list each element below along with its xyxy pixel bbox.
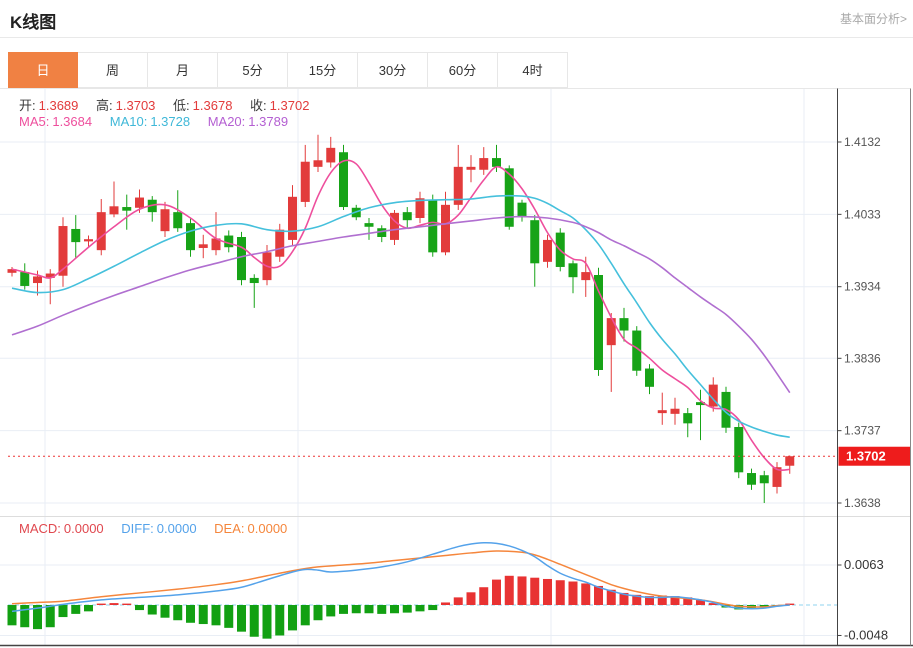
high-value: 1.3703 (116, 98, 156, 113)
svg-text:1.4033: 1.4033 (844, 207, 881, 221)
macd-label: MACD: (19, 521, 61, 536)
fundamental-analysis-link[interactable]: 基本面分析> (840, 10, 907, 27)
dea-label: DEA: (214, 521, 244, 536)
svg-text:1.3934: 1.3934 (844, 280, 881, 294)
open-label: 开: (19, 98, 36, 113)
close-label: 收: (250, 98, 267, 113)
tab-month[interactable]: 月 (148, 52, 218, 88)
svg-text:-0.0048: -0.0048 (844, 627, 888, 642)
ma-lines (12, 160, 790, 470)
diff-value: 0.0000 (157, 521, 197, 536)
tab-4hour[interactable]: 4时 (498, 52, 568, 88)
close-value: 1.3702 (270, 98, 310, 113)
ma5-line (12, 160, 790, 470)
svg-text:1.3702: 1.3702 (846, 449, 886, 464)
dea-value: 0.0000 (248, 521, 288, 536)
low-label: 低: (173, 98, 190, 113)
ma-legend: MA5:1.3684 MA10:1.3728 MA20:1.3789 (19, 114, 302, 129)
ma10-line (12, 196, 790, 437)
low-value: 1.3678 (193, 98, 233, 113)
ma10-value: 1.3728 (150, 114, 190, 129)
kline-page: 1.3702 1.4132 1.4033 1.3934 1.3836 1.3737 1.36… (0, 0, 913, 648)
high-label: 高: (96, 98, 113, 113)
tab-week[interactable]: 周 (78, 52, 148, 88)
ma20-value: 1.3789 (248, 114, 288, 129)
macd-histogram (8, 576, 795, 639)
ma5-value: 1.3684 (52, 114, 92, 129)
current-price-badge: 1.3702 (839, 447, 911, 466)
ohlc-legend: 开:1.3689 高:1.3703 低:1.3678 收:1.3702 (19, 95, 323, 114)
open-value: 1.3689 (39, 98, 79, 113)
diff-label: DIFF: (121, 521, 154, 536)
tab-15min[interactable]: 15分 (288, 52, 358, 88)
macd-axis: 0.0063 -0.0048 (838, 557, 889, 642)
svg-text:1.4132: 1.4132 (844, 135, 881, 149)
candles-layer (8, 135, 795, 503)
grid-layer (0, 89, 838, 646)
ma20-label: MA20: (208, 114, 246, 129)
ma5-label: MA5: (19, 114, 49, 129)
page-title: K线图 (10, 8, 56, 33)
ma10-label: MA10: (110, 114, 148, 129)
tab-5min[interactable]: 5分 (218, 52, 288, 88)
macd-value: 0.0000 (64, 521, 104, 536)
header-divider (0, 37, 913, 38)
tab-day[interactable]: 日 (8, 52, 78, 88)
macd-legend: MACD:0.0000 DIFF:0.0000 DEA:0.0000 (19, 521, 301, 536)
tab-60min[interactable]: 60分 (428, 52, 498, 88)
svg-text:1.3836: 1.3836 (844, 351, 881, 365)
period-tabs: 日 周 月 5分 15分 30分 60分 4时 (8, 52, 568, 88)
tab-30min[interactable]: 30分 (358, 52, 428, 88)
svg-text:1.3737: 1.3737 (844, 424, 881, 438)
svg-text:1.3638: 1.3638 (844, 496, 881, 510)
svg-text:0.0063: 0.0063 (844, 557, 884, 572)
ma20-line (12, 217, 790, 393)
